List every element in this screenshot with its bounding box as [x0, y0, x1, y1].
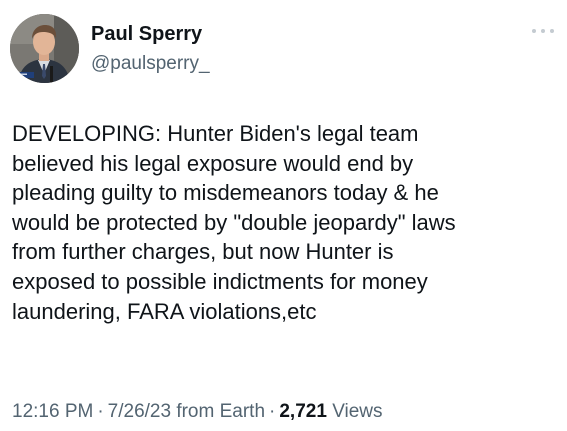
tweet-time[interactable]: 12:16 PM [12, 401, 93, 422]
tweet-text-line: pleading guilty to misdemeanors today & … [12, 180, 439, 206]
author-display-name[interactable]: Paul Sperry [91, 22, 202, 46]
meta-separator: · [97, 401, 104, 422]
tweet-text-line: laundering, FARA violations,etc [12, 298, 317, 324]
author-handle[interactable]: @paulsperry_ [91, 52, 210, 76]
views-count: 2,721 [279, 401, 327, 422]
tweet-text-line: exposed to possible indictments for mone… [12, 268, 428, 294]
meta-separator: · [269, 401, 276, 422]
views-label: Views [332, 401, 383, 422]
tweet-meta: 12:16 PM · 7/26/23 from Earth · 2,721 Views [12, 400, 383, 424]
avatar-photo [10, 14, 79, 83]
author-avatar[interactable] [10, 14, 79, 83]
tweet-text: DEVELOPING: Hunter Biden's legal team be… [12, 119, 557, 326]
tweet-card: Paul Sperry @paulsperry_ DEVELOPING: Hun… [0, 0, 567, 431]
more-horizontal-icon[interactable] [530, 24, 556, 38]
tweet-text-line: would be protected by "double jeopardy" … [12, 209, 456, 235]
tweet-text-line: from further charges, but now Hunter is [12, 239, 394, 265]
tweet-date-source[interactable]: 7/26/23 from Earth [108, 401, 265, 422]
tweet-text-line: believed his legal exposure would end by [12, 150, 414, 176]
tweet-text-line: DEVELOPING: Hunter Biden's legal team [12, 121, 419, 146]
